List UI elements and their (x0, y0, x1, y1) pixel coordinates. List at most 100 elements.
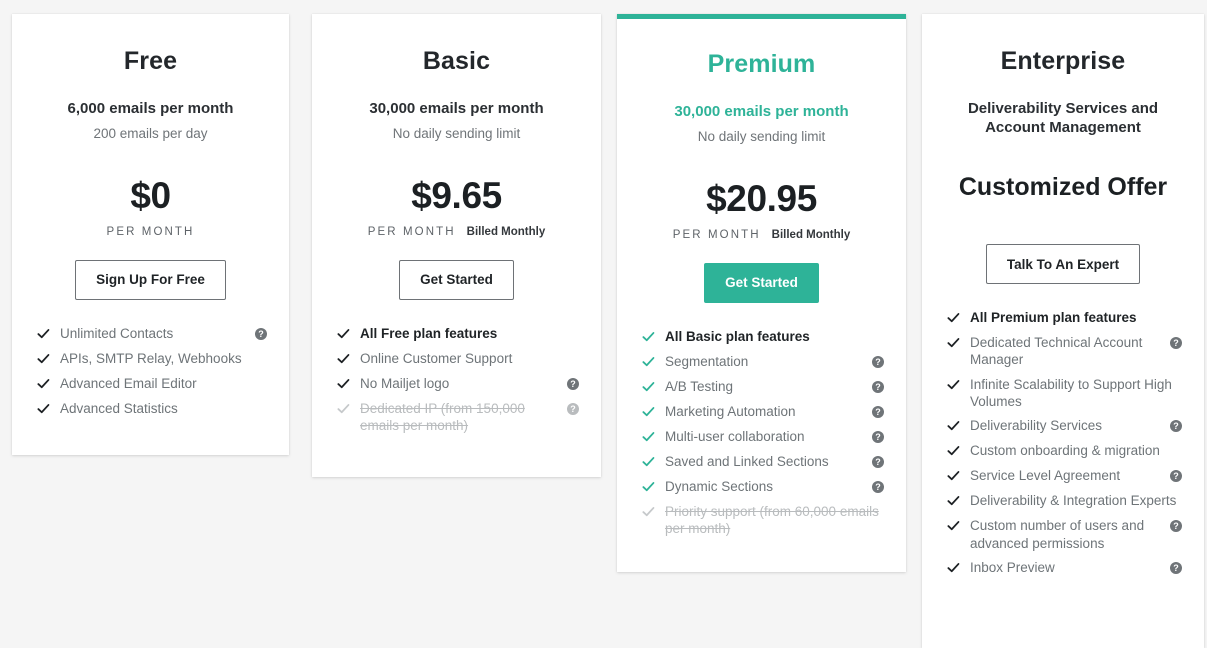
price-meta-free: PER MONTH (34, 226, 267, 238)
feature-label: Inbox Preview (970, 559, 1055, 575)
price-block-basic: $9.65 PER MONTH Billed Monthly (334, 177, 579, 238)
feature-label: Dedicated Technical Account Manager (970, 335, 1143, 368)
cta-button-enterprise[interactable]: Talk To An Expert (985, 244, 1141, 285)
help-icon[interactable]: ? (567, 377, 579, 390)
feature-label: Deliverability & Integration Experts (970, 493, 1177, 509)
check-icon (641, 404, 656, 421)
check-icon (641, 479, 656, 496)
cta-button-free[interactable]: Sign Up For Free (75, 259, 226, 300)
help-icon[interactable]: ? (567, 402, 579, 415)
feature-label: Advanced Statistics (60, 400, 178, 416)
check-icon (641, 329, 656, 346)
help-icon[interactable]: ? (1170, 520, 1182, 533)
billing-period-label-basic: Billed Monthly (466, 225, 546, 238)
cta-row-premium: Get Started (639, 262, 884, 303)
per-month-label-free: PER MONTH (106, 225, 195, 238)
plan-title-premium: Premium (707, 50, 816, 78)
cta-button-basic[interactable]: Get Started (399, 259, 514, 300)
check-icon (36, 326, 51, 343)
feature-label: APIs, SMTP Relay, Webhooks (60, 350, 242, 366)
feature-list-enterprise: All Premium plan features Dedicated Techn… (944, 309, 1182, 577)
feature-label: Advanced Email Editor (60, 375, 197, 391)
cta-row-basic: Get Started (334, 259, 579, 300)
check-icon (946, 518, 961, 535)
feature-item: Online Customer Support (336, 350, 579, 368)
feature-item: Deliverability Services? (946, 417, 1182, 435)
feature-item: Advanced Statistics (36, 400, 267, 418)
pricing-card-premium: Premium 30,000 emails per month No daily s… (617, 14, 906, 572)
feature-label: Dynamic Sections (665, 478, 774, 494)
check-icon (946, 335, 961, 352)
check-icon (641, 354, 656, 371)
feature-item: Dedicated Technical Account Manager? (946, 334, 1182, 369)
cta-row-free: Sign Up For Free (34, 259, 267, 300)
check-icon (641, 504, 656, 521)
plan-volume-basic: 30,000 emails per month (369, 100, 544, 117)
check-icon (641, 429, 656, 446)
feature-item: Custom onboarding & migration (946, 442, 1182, 460)
plan-volume-free: 6,000 emails per month (67, 100, 234, 117)
check-icon (36, 401, 51, 418)
feature-item: Segmentation? (641, 353, 884, 371)
plan-subvolume-free: 200 emails per day (93, 125, 208, 141)
check-icon (641, 454, 656, 471)
feature-item: Custom number of users and advanced perm… (946, 517, 1182, 552)
plan-price-premium: $20.95 (706, 177, 817, 219)
feature-label: Multi-user collaboration (665, 428, 805, 444)
feature-item: Deliverability & Integration Experts (946, 492, 1182, 510)
feature-list-basic: All Free plan features Online Customer Su… (334, 325, 579, 435)
feature-label: Priority support (from 60,000 emails per… (665, 503, 879, 536)
help-icon[interactable]: ? (872, 405, 884, 418)
feature-label: Deliverability Services (970, 418, 1103, 434)
feature-item: A/B Testing? (641, 378, 884, 396)
feature-label: Segmentation (665, 353, 749, 369)
help-icon[interactable]: ? (872, 455, 884, 468)
highlight-accent-bar (617, 14, 906, 19)
help-icon[interactable]: ? (1170, 561, 1182, 574)
help-icon[interactable]: ? (872, 380, 884, 393)
feature-item: Multi-user collaboration? (641, 428, 884, 446)
plan-title-basic: Basic (422, 47, 491, 75)
pricing-card-enterprise: Enterprise Deliverability Services and Ac… (922, 14, 1204, 648)
feature-item: Dedicated IP (from 150,000 emails per mo… (336, 400, 579, 435)
feature-label: Custom onboarding & migration (970, 443, 1160, 459)
help-icon[interactable]: ? (1170, 337, 1182, 350)
feature-label: Unlimited Contacts (60, 325, 174, 341)
check-icon (336, 376, 351, 393)
plan-volume-premium: 30,000 emails per month (674, 103, 849, 120)
check-icon (641, 379, 656, 396)
per-month-label-basic: PER MONTH (367, 225, 456, 238)
help-icon[interactable]: ? (255, 327, 267, 340)
feature-item: Marketing Automation? (641, 403, 884, 421)
cta-button-premium[interactable]: Get Started (704, 262, 819, 303)
check-icon (336, 326, 351, 343)
help-icon[interactable]: ? (872, 480, 884, 493)
price-block-free: $0 PER MONTH (34, 177, 267, 238)
feature-item: All Free plan features (336, 325, 579, 343)
feature-item: Service Level Agreement? (946, 467, 1182, 485)
check-icon (946, 377, 961, 394)
feature-item: Priority support (from 60,000 emails per… (641, 503, 884, 538)
feature-label: A/B Testing (665, 378, 734, 394)
pricing-card-basic: Basic 30,000 emails per month No daily sen… (312, 14, 601, 477)
feature-item: Saved and Linked Sections? (641, 453, 884, 471)
feature-item: Dynamic Sections? (641, 478, 884, 496)
feature-list-premium: All Basic plan features Segmentation? A/B … (639, 328, 884, 538)
feature-label: No Mailjet logo (360, 375, 450, 391)
feature-label: All Basic plan features (665, 328, 810, 344)
plan-volume-enterprise: Deliverability Services and Account Mana… (967, 100, 1159, 136)
check-icon (946, 468, 961, 485)
feature-item: Infinite Scalability to Support High Vol… (946, 376, 1182, 411)
help-icon[interactable]: ? (872, 355, 884, 368)
help-icon[interactable]: ? (872, 430, 884, 443)
feature-label: Dedicated IP (from 150,000 emails per mo… (360, 400, 525, 433)
feature-item: All Basic plan features (641, 328, 884, 346)
feature-label: Infinite Scalability to Support High Vol… (970, 376, 1172, 409)
feature-item: APIs, SMTP Relay, Webhooks (36, 350, 267, 368)
price-meta-basic: PER MONTH Billed Monthly (334, 226, 579, 238)
help-icon[interactable]: ? (1170, 420, 1182, 433)
feature-item: Advanced Email Editor (36, 375, 267, 393)
feature-label: Custom number of users and advanced perm… (970, 518, 1145, 551)
help-icon[interactable]: ? (1170, 470, 1182, 483)
feature-label: All Premium plan features (970, 310, 1137, 326)
